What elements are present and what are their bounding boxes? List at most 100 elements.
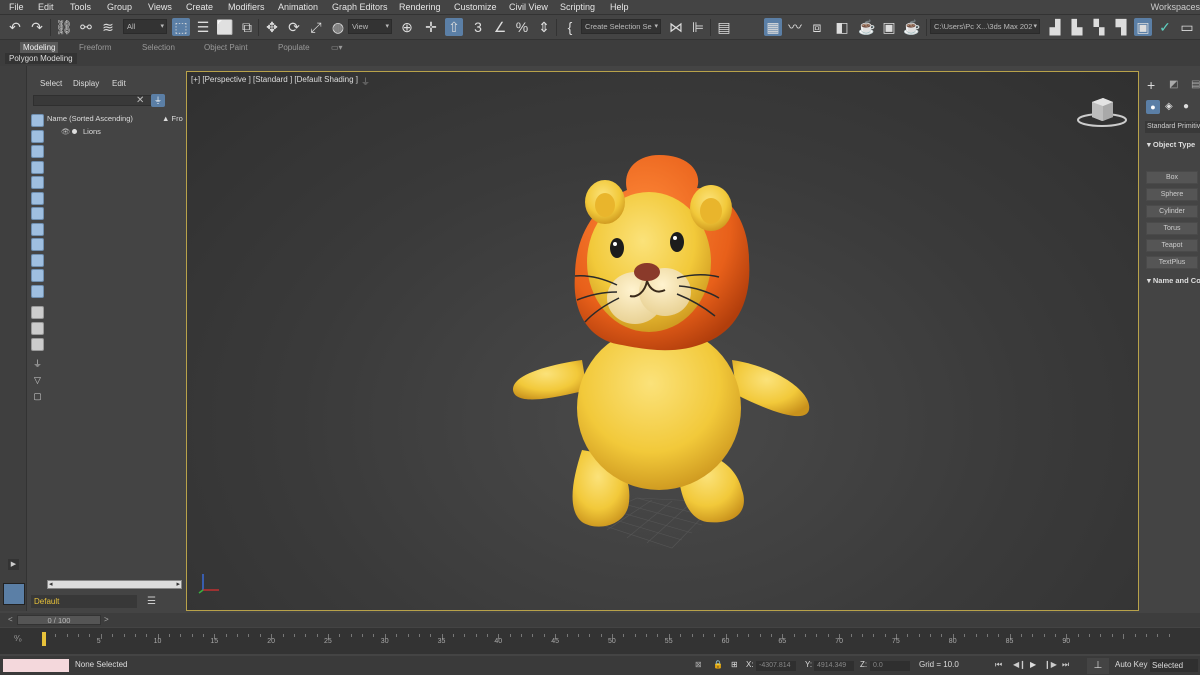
maxscript-listener[interactable] — [3, 659, 69, 672]
perspective-viewport[interactable]: [+] [Perspective ] [Standard ] [Default … — [186, 71, 1139, 611]
absolute-mode-icon[interactable]: ⊞ — [731, 660, 738, 669]
set-key-icon[interactable]: ⊥ — [1087, 658, 1109, 674]
cylinder-button[interactable]: Cylinder — [1146, 205, 1198, 218]
sphere-button[interactable]: Sphere — [1146, 188, 1198, 201]
ref-coord-dropdown[interactable]: View — [348, 19, 392, 34]
render-production-icon[interactable]: ☕ — [903, 18, 921, 36]
redo-icon[interactable]: ↷ — [28, 18, 46, 36]
pivot-center-icon[interactable]: ⊕ — [398, 18, 416, 36]
menu-customize[interactable]: Customize — [454, 2, 497, 12]
scene-explorer-icon[interactable]: ▦ — [764, 18, 782, 36]
object-type-rollout[interactable]: ▾ Object Type — [1147, 140, 1195, 149]
align-icon[interactable]: ⊫ — [689, 18, 707, 36]
mirror-icon[interactable]: ⋈ — [667, 18, 685, 36]
display-invert-icon[interactable] — [31, 338, 44, 351]
move-icon[interactable]: ✥ — [263, 18, 281, 36]
frozen-column-header[interactable]: ▲ Fro — [162, 113, 183, 124]
lock-selection-icon[interactable]: 🔒 — [713, 660, 723, 669]
schematic-view-icon[interactable]: ⧈ — [808, 18, 826, 36]
lion-model[interactable] — [487, 150, 827, 560]
viewport-active-icon[interactable]: ▣ — [1134, 18, 1152, 36]
menu-create[interactable]: Create — [186, 2, 213, 12]
tab-freeform[interactable]: Freeform — [79, 42, 111, 53]
geometry-icon[interactable]: ● — [1146, 100, 1160, 114]
viewport-filter-icon[interactable]: ⏚ — [361, 75, 370, 88]
y-coord-field[interactable]: 4914.349 — [814, 661, 854, 671]
box-button[interactable]: Box — [1146, 171, 1198, 184]
teapot-button[interactable]: Teapot — [1146, 239, 1198, 252]
horizontal-scrollbar[interactable]: ◂ ▸ — [47, 580, 182, 589]
keyboard-shortcut-icon[interactable]: ⇧ — [445, 18, 463, 36]
display-hidden-icon[interactable] — [31, 285, 44, 298]
tab-object-paint[interactable]: Object Paint — [204, 42, 248, 53]
display-containers-icon[interactable] — [31, 254, 44, 267]
viewport-label[interactable]: [+] [Perspective ] [Standard ] [Default … — [191, 75, 358, 84]
play-icon[interactable]: ▶ — [1030, 660, 1036, 669]
goto-start-icon[interactable]: ⏮ — [995, 660, 1002, 670]
unlink-icon[interactable]: ⚯ — [77, 18, 95, 36]
isolate-icon[interactable]: ⊠ — [695, 660, 702, 669]
modify-tab-icon[interactable]: ◩ — [1169, 79, 1178, 90]
menu-help[interactable]: Help — [610, 2, 629, 12]
selection-toggle-icon[interactable]: ▢ — [31, 390, 44, 403]
polygon-modeling-label[interactable]: Polygon Modeling — [5, 53, 77, 64]
undo-icon[interactable]: ↶ — [6, 18, 24, 36]
track-bar-toggle-icon[interactable]: ⁰⁄₀ — [14, 634, 22, 643]
curve-editor-icon[interactable]: 〰 — [786, 18, 804, 36]
menu-file[interactable]: File — [9, 2, 24, 12]
render-setup-icon[interactable]: ☕ — [858, 18, 876, 36]
category-dropdown[interactable]: Standard Primitives — [1145, 121, 1200, 133]
create-tab-icon[interactable]: + — [1147, 77, 1155, 93]
display-groups-icon[interactable] — [31, 207, 44, 220]
prev-key-icon[interactable]: ◀❙ — [1013, 660, 1026, 669]
eye-icon[interactable]: 👁 — [61, 126, 71, 137]
funnel-outline-icon[interactable]: ▽ — [31, 374, 44, 387]
layer-dropdown[interactable]: Default — [31, 595, 137, 608]
workspaces-label[interactable]: Workspaces — [1151, 2, 1200, 12]
display-frozen-icon[interactable] — [31, 269, 44, 282]
menu-edit[interactable]: Edit — [38, 2, 54, 12]
named-selection-dropdown[interactable]: Create Selection Se — [581, 19, 661, 34]
menu-civil-view[interactable]: Civil View — [509, 2, 548, 12]
column-header[interactable]: Name (Sorted Ascending) ▲ Fro — [47, 113, 185, 124]
textplus-button[interactable]: TextPlus — [1146, 256, 1198, 269]
display-cameras-icon[interactable] — [31, 161, 44, 174]
torus-button[interactable]: Torus — [1146, 222, 1198, 235]
angle-snap-icon[interactable]: ∠ — [491, 18, 509, 36]
menu-modifiers[interactable]: Modifiers — [228, 2, 265, 12]
filter-icon[interactable]: ⏚ — [151, 94, 165, 107]
open-explorer-icon[interactable]: ▟ — [1046, 18, 1064, 36]
current-frame-marker[interactable] — [42, 632, 46, 646]
project-folder-dropdown[interactable]: C:\Users\Pc X...\3ds Max 202 — [930, 19, 1040, 34]
layers-icon[interactable]: ☰ — [147, 596, 156, 607]
project-icon-2[interactable]: ▚ — [1090, 18, 1108, 36]
clear-search-icon[interactable]: ✕ — [136, 95, 144, 106]
tab-display[interactable]: Display — [73, 79, 99, 88]
rect-selection-icon[interactable]: ⬜ — [216, 18, 234, 36]
menu-views[interactable]: Views — [148, 2, 172, 12]
menu-rendering[interactable]: Rendering — [399, 2, 441, 12]
place-icon[interactable]: ◍ — [329, 18, 347, 36]
display-lights-icon[interactable] — [31, 145, 44, 158]
x-coord-field[interactable]: -4307.814 — [756, 661, 796, 671]
project-icon-3[interactable]: ▜ — [1112, 18, 1130, 36]
viewport-layout-icon[interactable] — [3, 583, 25, 605]
rendered-frame-icon[interactable]: ▣ — [880, 18, 898, 36]
rotate-icon[interactable]: ⟳ — [285, 18, 303, 36]
next-key-icon[interactable]: ❙▶ — [1044, 660, 1057, 669]
menu-animation[interactable]: Animation — [278, 2, 318, 12]
tab-edit[interactable]: Edit — [112, 79, 126, 88]
select-manipulate-icon[interactable]: ✛ — [422, 18, 440, 36]
display-bones-icon[interactable] — [31, 238, 44, 251]
hierarchy-tab-icon[interactable]: ▤ — [1191, 79, 1200, 90]
menu-scripting[interactable]: Scripting — [560, 2, 595, 12]
key-filter-dropdown[interactable]: Selected — [1150, 659, 1198, 672]
display-spacewarps-icon[interactable] — [31, 192, 44, 205]
object-name[interactable]: Lions — [83, 126, 101, 137]
time-slider[interactable]: 0 / 100 — [17, 615, 101, 625]
lights-icon[interactable]: ● — [1183, 101, 1189, 112]
percent-snap-icon[interactable]: % — [513, 18, 531, 36]
project-icon-1[interactable]: ▙ — [1068, 18, 1086, 36]
display-geometry-icon[interactable] — [31, 114, 44, 127]
display-all-icon[interactable] — [31, 306, 44, 319]
